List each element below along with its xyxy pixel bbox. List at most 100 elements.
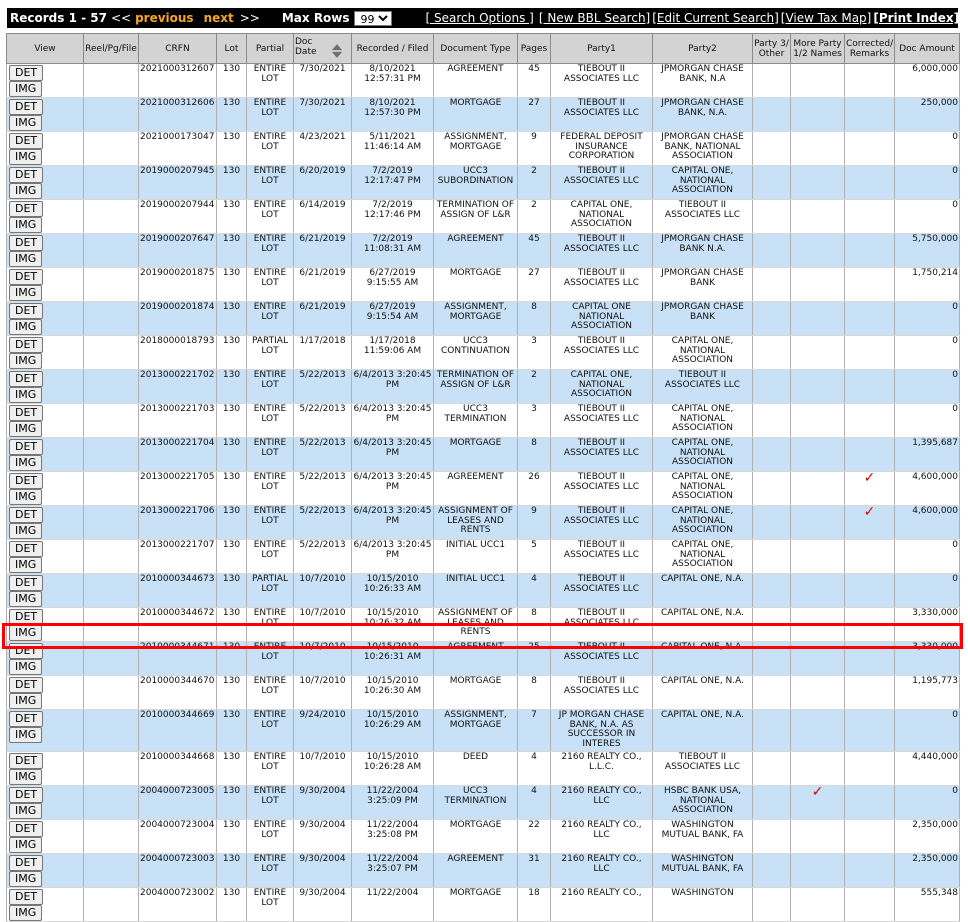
det-button[interactable]: DET	[9, 787, 44, 803]
img-button[interactable]: IMG	[9, 693, 43, 709]
view-cell: DETIMG	[6, 403, 84, 438]
img-button[interactable]: IMG	[9, 523, 43, 539]
table-row: DETIMG 2018000018793 130 PARTIAL LOT 1/17/20…	[6, 335, 960, 370]
det-button[interactable]: DET	[9, 855, 44, 871]
partial-cell: ENTIRE LOT	[246, 641, 294, 676]
more-names-cell	[790, 199, 845, 234]
img-button[interactable]: IMG	[9, 803, 43, 819]
recorded-cell: 6/27/2019 9:15:55 AM	[351, 267, 434, 302]
doc-amount-cell: 4,600,000	[894, 471, 960, 506]
view-cell: DETIMG	[6, 785, 84, 820]
party3-cell	[752, 505, 791, 540]
crfn-cell: 2021000173047	[138, 131, 217, 166]
lot-cell: 130	[216, 267, 247, 302]
det-button[interactable]: DET	[9, 753, 44, 769]
more-names-cell	[790, 505, 845, 540]
view-cell: DETIMG	[6, 819, 84, 854]
new-bbl-search-link[interactable]: [ New BBL Search]	[539, 11, 650, 25]
party2-cell: CAPITAL ONE, N.A.	[652, 675, 753, 710]
pages-cell: 8	[517, 675, 551, 710]
img-button[interactable]: IMG	[9, 557, 43, 573]
img-button[interactable]: IMG	[9, 727, 43, 743]
det-button[interactable]: DET	[9, 439, 44, 455]
det-button[interactable]: DET	[9, 405, 44, 421]
img-button[interactable]: IMG	[9, 353, 43, 369]
img-button[interactable]: IMG	[9, 769, 43, 785]
det-button[interactable]: DET	[9, 337, 44, 353]
img-button[interactable]: IMG	[9, 251, 43, 267]
doc-amount-cell: 0	[894, 301, 960, 336]
det-button[interactable]: DET	[9, 643, 44, 659]
lot-cell: 130	[216, 97, 247, 132]
doc-amount-cell: 1,750,214	[894, 267, 960, 302]
col-party2: Party2	[652, 33, 753, 64]
img-button[interactable]: IMG	[9, 183, 43, 199]
det-button[interactable]: DET	[9, 575, 44, 591]
table-row: DETIMG 2004000723002 130 ENTIRE LOT 9/30/200…	[6, 887, 960, 922]
det-button[interactable]: DET	[9, 821, 44, 837]
det-button[interactable]: DET	[9, 99, 44, 115]
col-doc-date[interactable]: Doc Date	[293, 33, 352, 64]
det-button[interactable]: DET	[9, 677, 44, 693]
img-button[interactable]: IMG	[9, 217, 43, 233]
det-button[interactable]: DET	[9, 541, 44, 557]
det-button[interactable]: DET	[9, 371, 44, 387]
det-button[interactable]: DET	[9, 235, 44, 251]
det-button[interactable]: DET	[9, 167, 44, 183]
crfn-cell: 2019000201875	[138, 267, 217, 302]
det-button[interactable]: DET	[9, 65, 44, 81]
img-button[interactable]: IMG	[9, 319, 43, 335]
previous-link[interactable]: previous	[135, 11, 194, 25]
view-tax-map-link[interactable]: [View Tax Map]	[781, 11, 872, 25]
party3-cell	[752, 471, 791, 506]
sort-arrows-icon[interactable]	[331, 42, 343, 60]
party1-cell: TIEBOUT II ASSOCIATES LLC	[550, 97, 653, 132]
img-button[interactable]: IMG	[9, 115, 43, 131]
img-button[interactable]: IMG	[9, 625, 43, 641]
img-button[interactable]: IMG	[9, 387, 43, 403]
img-button[interactable]: IMG	[9, 285, 43, 301]
max-rows-select[interactable]: 99	[353, 10, 392, 26]
col-pages: Pages	[517, 33, 551, 64]
next-link[interactable]: next	[204, 11, 234, 25]
img-button[interactable]: IMG	[9, 149, 43, 165]
view-cell: DETIMG	[6, 131, 84, 166]
recorded-cell: 10/15/2010 10:26:30 AM	[351, 675, 434, 710]
more-names-cell	[790, 131, 845, 166]
img-button[interactable]: IMG	[9, 455, 43, 471]
doc-amount-cell: 0	[894, 131, 960, 166]
img-button[interactable]: IMG	[9, 421, 43, 437]
party2-cell: TIEBOUT II ASSOCIATES LLC	[652, 751, 753, 786]
img-button[interactable]: IMG	[9, 591, 43, 607]
col-crfn: CRFN	[138, 33, 217, 64]
doc-date-cell: 10/7/2010	[293, 607, 352, 642]
table-row: DETIMG 2013000221705 130 ENTIRE LOT 5/22/201…	[6, 471, 960, 506]
det-button[interactable]: DET	[9, 609, 44, 625]
img-button[interactable]: IMG	[9, 905, 43, 921]
det-button[interactable]: DET	[9, 269, 44, 285]
party2-cell: JPMORGAN CHASE BANK, NATIONAL ASSOCIATIO…	[652, 131, 753, 166]
img-button[interactable]: IMG	[9, 659, 43, 675]
det-button[interactable]: DET	[9, 507, 44, 523]
det-button[interactable]: DET	[9, 201, 44, 217]
lot-cell: 130	[216, 607, 247, 642]
partial-cell: ENTIRE LOT	[246, 199, 294, 234]
det-button[interactable]: DET	[9, 711, 44, 727]
edit-current-search-link[interactable]: [Edit Current Search]	[652, 11, 779, 25]
det-button[interactable]: DET	[9, 133, 44, 149]
img-button[interactable]: IMG	[9, 837, 43, 853]
det-button[interactable]: DET	[9, 303, 44, 319]
det-button[interactable]: DET	[9, 889, 44, 905]
party1-cell: TIEBOUT II ASSOCIATES LLC	[550, 607, 653, 642]
corrected-cell	[844, 819, 895, 854]
print-index-link[interactable]: [Print Index]	[873, 11, 959, 25]
search-options-link[interactable]: [ Search Options ]	[426, 11, 534, 25]
partial-cell: ENTIRE LOT	[246, 63, 294, 98]
party2-cell: WASHINGTON	[652, 887, 753, 922]
det-button[interactable]: DET	[9, 473, 44, 489]
party2-cell: CAPITAL ONE, N.A.	[652, 607, 753, 642]
party1-cell: TIEBOUT II ASSOCIATES LLC	[550, 573, 653, 608]
img-button[interactable]: IMG	[9, 489, 43, 505]
img-button[interactable]: IMG	[9, 871, 43, 887]
img-button[interactable]: IMG	[9, 81, 43, 97]
